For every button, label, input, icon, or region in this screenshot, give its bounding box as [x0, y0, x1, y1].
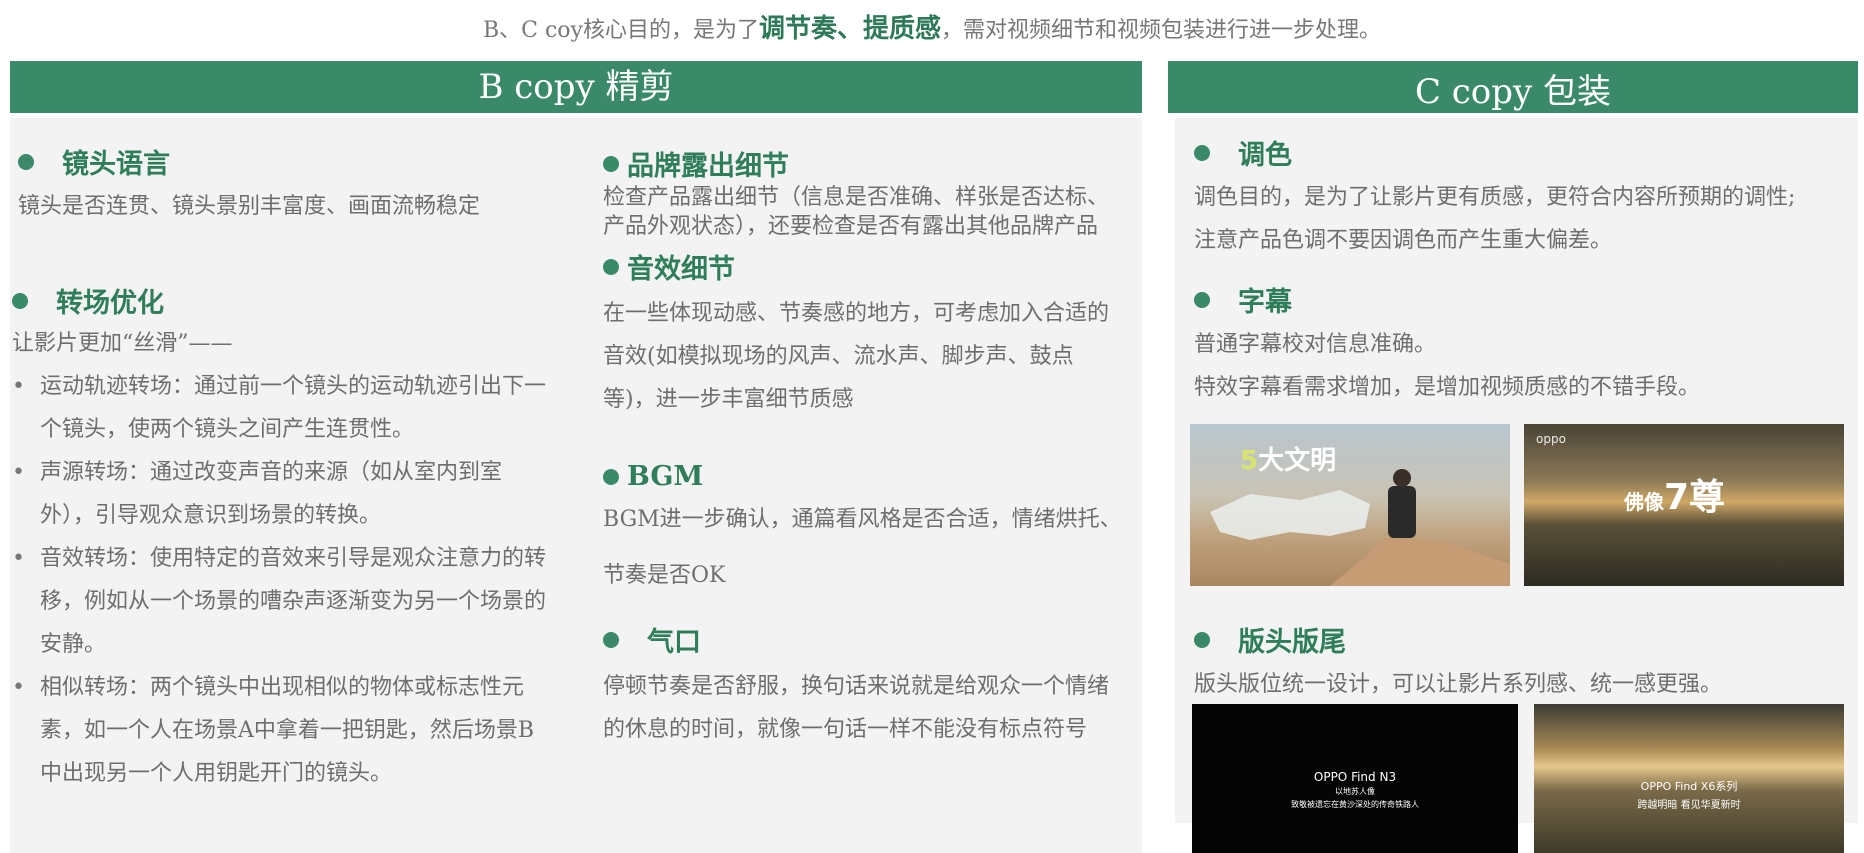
- bgm-text-2: 节奏是否OK: [603, 563, 726, 588]
- image-3-sub-2: 致敬被遗忘在黄沙深处的传奇铁路人: [1291, 800, 1419, 809]
- intro-pre: B、C coy核心目的，是为了: [482, 18, 759, 43]
- c-copy-title: C copy 包装: [1414, 72, 1612, 112]
- list-item: 运动轨迹转场：通过前一个镜头的运动轨迹引出下一个镜头，使两个镜头之间产生连贯性。: [12, 365, 548, 451]
- intro-highlight: 调节奏、提质感: [758, 14, 941, 44]
- bullet-dot: [1194, 631, 1210, 648]
- heading-bgm: BGM: [603, 461, 1123, 492]
- intro-post: ，需对视频细节和视频包装进行进一步处理。: [941, 18, 1382, 43]
- transition-intro: 让影片更加“丝滑”——: [12, 331, 233, 356]
- b-copy-banner: B copy 精剪: [10, 61, 1142, 113]
- lens-language-text: 镜头是否连贯、镜头景别丰富度、画面流畅稳定: [18, 194, 481, 219]
- b-left-column: 镜头语言 镜头是否连贯、镜头景别丰富度、画面流畅稳定: [18, 142, 548, 228]
- list-item: 声源转场：通过改变声音的来源（如从室内到室外），引导观众意识到场景的转换。: [12, 451, 548, 537]
- heading-transition: 转场优化: [12, 281, 548, 320]
- image-1-text: 大文明: [1258, 446, 1337, 476]
- transition-list: 运动轨迹转场：通过前一个镜头的运动轨迹引出下一个镜头，使两个镜头之间产生连贯性。…: [12, 365, 548, 795]
- heading-subtitles: 字幕: [1194, 280, 1858, 319]
- bullet-dot: [12, 292, 28, 309]
- list-item: 音效转场：使用特定的音效来引导是观众注意力的转移，例如从一个场景的嘈杂声逐渐变为…: [12, 537, 548, 666]
- image-2-number: 7尊: [1664, 477, 1726, 518]
- heading-breath: 气口: [603, 620, 1123, 659]
- bullet-dot: [603, 631, 619, 648]
- c-column-top: 调色 调色目的，是为了让影片更有质感，更符合内容所预期的调性; 注意产品色调不要…: [1194, 133, 1858, 409]
- image-2-text: 佛像: [1624, 490, 1664, 514]
- sound-detail-text: 在一些体现动感、节奏感的地方，可考虑加入合适的音效(如模拟现场的风声、流水声、脚…: [603, 301, 1110, 412]
- c-copy-banner: C copy 包装: [1168, 61, 1858, 113]
- outro-example-image: OPPO Find X6系列 跨越明暗 看见华夏新时: [1534, 704, 1844, 853]
- b-right-column: 品牌露出细节 检查产品露出细节（信息是否准确、样张是否达标、 产品外观状态），还…: [603, 144, 1123, 751]
- image-4-caption: OPPO Find X6系列 跨越明暗 看见华夏新时: [1534, 778, 1844, 811]
- heading-lens-language: 镜头语言: [18, 142, 548, 181]
- heading-intro-outro: 版头版尾: [1194, 620, 1858, 659]
- bullet-dot: [18, 153, 34, 170]
- image-2-brand: oppo: [1536, 432, 1566, 446]
- opener-example-image: OPPO Find N3 以地苏人像 致敬被遗忘在黄沙深处的传奇铁路人: [1192, 704, 1518, 853]
- bullet-dot: [603, 468, 619, 485]
- list-item: 相似转场：两个镜头中出现相似的物体或标志性元素，如一个人在场景A中拿着一把钥匙，…: [12, 666, 548, 795]
- image-3-caption: OPPO Find N3 以地苏人像 致敬被遗忘在黄沙深处的传奇铁路人: [1192, 770, 1518, 810]
- intro-outro-text: 版头版位统一设计，可以让影片系列感、统一感更强。: [1194, 672, 1723, 697]
- bullet-dot: [1194, 291, 1210, 308]
- c-column-bottom: 版头版尾 版头版位统一设计，可以让影片系列感、统一感更强。: [1194, 620, 1858, 706]
- image-4-title: OPPO Find X6系列: [1640, 780, 1738, 793]
- subtitle-example-image-1: 5大文明: [1190, 424, 1510, 586]
- map-illustration: [1210, 469, 1510, 586]
- b-left-column-2: 转场优化 让影片更加“丝滑”—— 运动轨迹转场：通过前一个镜头的运动轨迹引出下一…: [12, 281, 548, 795]
- breath-text: 停顿节奏是否舒服，换句话来说就是给观众一个情绪的休息的时间，就像一句话一样不能没…: [603, 674, 1110, 742]
- image-2-caption: 佛像7尊: [1624, 468, 1725, 520]
- bullet-dot: [603, 258, 619, 275]
- bullet-dot: [603, 155, 619, 172]
- b-copy-title: B copy 精剪: [478, 67, 674, 107]
- brand-detail-text-2: 产品外观状态），还要检查是否有露出其他品牌产品: [603, 214, 1099, 239]
- heading-brand-detail: 品牌露出细节: [603, 144, 1123, 183]
- image-1-caption: 5大文明: [1240, 440, 1336, 477]
- heading-color-grading: 调色: [1194, 133, 1858, 172]
- subtitles-text-2: 特效字幕看需求增加，是增加视频质感的不错手段。: [1194, 375, 1701, 400]
- color-grading-text-2: 注意产品色调不要因调色而产生重大偏差。: [1194, 228, 1613, 253]
- color-grading-text-1: 调色目的，是为了让影片更有质感，更符合内容所预期的调性;: [1194, 185, 1796, 210]
- image-4-sub: 跨越明暗 看见华夏新时: [1637, 800, 1741, 811]
- subtitle-example-image-2: oppo 佛像7尊: [1524, 424, 1844, 586]
- bgm-text-1: BGM进一步确认，通篇看风格是否合适，情绪烘托、: [603, 507, 1122, 532]
- intro-line: B、C coy核心目的，是为了调节奏、提质感，需对视频细节和视频包装进行进一步处…: [0, 8, 1864, 45]
- heading-sound-detail: 音效细节: [603, 247, 1123, 286]
- subtitles-text-1: 普通字幕校对信息准确。: [1194, 332, 1437, 357]
- bullet-dot: [1194, 144, 1210, 161]
- image-1-number: 5: [1240, 446, 1259, 476]
- image-3-sub-1: 以地苏人像: [1335, 787, 1375, 796]
- image-3-title: OPPO Find N3: [1313, 770, 1397, 784]
- brand-detail-text-1: 检查产品露出细节（信息是否准确、样张是否达标、: [603, 185, 1110, 210]
